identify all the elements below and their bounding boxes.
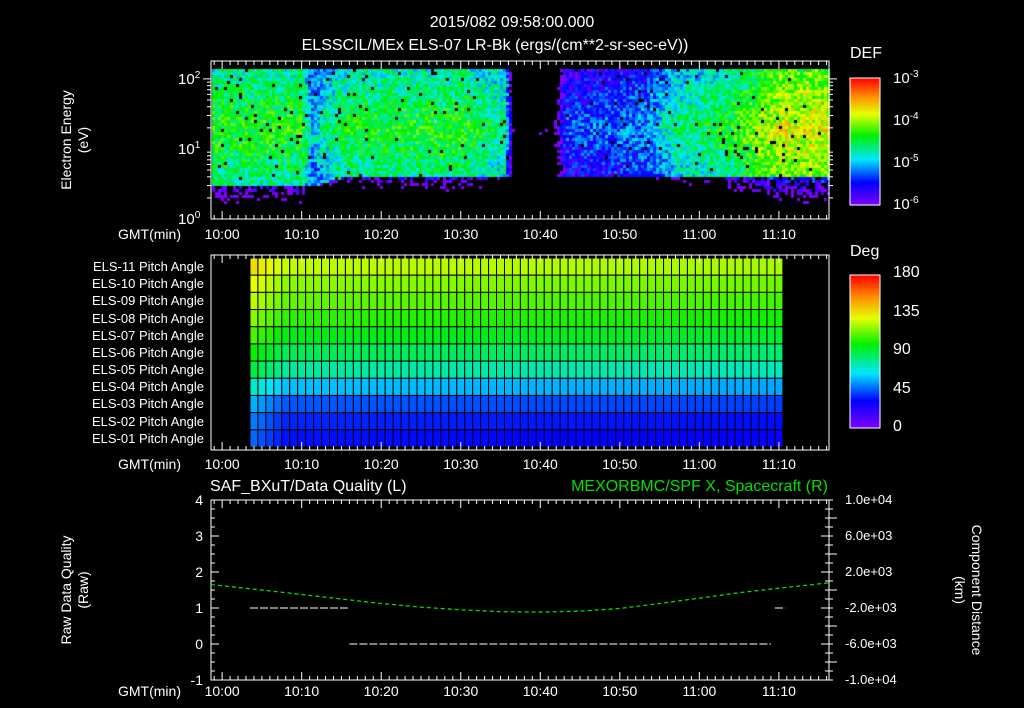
tick-exponent: 2	[194, 69, 201, 81]
panel1-time-tick-label: 10:00	[204, 226, 240, 242]
plot-labels: 100 101 102 Electron Energy (eV) GMT(min) 10:0…	[0, 0, 1024, 708]
pitch-angle-row-label: ELS-10 Pitch Angle	[91, 276, 204, 292]
distance-axis-label: Component Distance (km)	[951, 525, 985, 656]
panel3-time-tick-label: 10:40	[522, 683, 558, 699]
panel2-time-tick-label: 10:00	[204, 456, 240, 472]
panel2-time-tick-label: 10:20	[363, 456, 399, 472]
panel1-time-tick-label: 10:20	[363, 226, 399, 242]
quality-tick-label: 0	[195, 636, 203, 652]
distance-axis-label-line: Component Distance	[969, 524, 985, 656]
panel2-time-tick-label: 11:10	[761, 456, 796, 472]
panel2-time-axis-label: GMT(min)	[118, 456, 181, 472]
def-colorbar-tick: 10-4	[893, 110, 919, 128]
distance-tick-label: 6.0e+03	[845, 528, 893, 543]
energy-tick-label: 102	[178, 69, 200, 87]
energy-tick-label: 100	[178, 209, 200, 227]
tick-base: 10	[178, 70, 195, 88]
def-colorbar-tick: 10-3	[893, 68, 919, 86]
deg-colorbar-title: Deg	[850, 243, 880, 260]
timestamp: 2015/082 09:58:00.000	[429, 14, 595, 31]
panel3-time-tick-label: 11:10	[761, 683, 796, 699]
quality-axis-label: Raw Data Quality (Raw)	[58, 536, 92, 645]
panel2-time-tick-label: 10:40	[522, 456, 558, 472]
pitch-angle-row-label: ELS-01 Pitch Angle	[91, 430, 204, 446]
tick-base: 10	[893, 196, 910, 213]
panel1-time-tick-label: 10:40	[522, 226, 558, 242]
def-colorbar-tick: 10-5	[893, 152, 919, 170]
plot-title: ELSSCIL/MEx ELS-07 LR-Bk (ergs/(cm**2-sr…	[301, 37, 689, 54]
energy-axis-label-line: (eV)	[75, 126, 91, 154]
panel2-time-tick-label: 10:10	[284, 456, 320, 472]
pitch-angle-row-label: ELS-03 Pitch Angle	[91, 396, 204, 412]
panel1-time-tick-label: 11:00	[682, 226, 717, 242]
tick-exponent: -3	[909, 69, 919, 80]
deg-colorbar-tick: 0	[893, 418, 902, 435]
panel1-time-tick-label: 10:30	[443, 226, 479, 242]
panel1-time-tick-label: 11:10	[761, 226, 796, 242]
panel1-time-tick-label: 10:50	[602, 226, 638, 242]
quality-tick-label: 2	[195, 564, 203, 580]
panel3-time-axis-label: GMT(min)	[118, 683, 181, 699]
deg-colorbar-tick: 45	[893, 379, 911, 397]
position-title: MEXORBMC/SPF X, Spacecraft (R)	[571, 478, 828, 495]
panel3-time-tick-label: 10:10	[284, 683, 320, 699]
distance-tick-label: 1.0e+04	[845, 492, 893, 507]
tick-base: 10	[893, 70, 910, 87]
panel3-time-tick-label: 10:20	[363, 683, 399, 699]
panel3-time-tick-label: 10:50	[602, 683, 638, 699]
tick-base: 10	[893, 154, 910, 171]
quality-title: SAF_BXuT/Data Quality (L)	[210, 478, 407, 495]
tick-exponent: -4	[909, 111, 919, 122]
panel2-time-tick-label: 11:00	[682, 456, 717, 472]
panel3-time-tick-label: 10:30	[443, 683, 479, 699]
panel2-time-tick-label: 10:30	[443, 456, 479, 472]
def-colorbar-tick: 10-6	[893, 194, 919, 212]
energy-tick-label: 101	[178, 139, 200, 157]
quality-tick-label: -1	[190, 672, 203, 688]
panel1-time-axis-label: GMT(min)	[118, 226, 181, 242]
pitch-angle-row-label: ELS-08 Pitch Angle	[91, 310, 204, 326]
quality-tick-label: 4	[195, 492, 203, 508]
panel2-time-tick-label: 10:50	[602, 456, 638, 472]
tick-exponent: 1	[194, 139, 201, 151]
panel3-time-tick-label: 10:00	[204, 683, 240, 699]
distance-tick-label: -1.0e+04	[845, 672, 897, 687]
energy-axis-label-line: Electron Energy	[58, 90, 74, 190]
distance-tick-label: -2.0e+03	[845, 600, 897, 615]
pitch-angle-row-label: ELS-05 Pitch Angle	[91, 362, 204, 378]
energy-axis-label: Electron Energy (eV)	[58, 90, 92, 190]
tick-base: 10	[178, 140, 195, 158]
pitch-angle-row-label: ELS-07 Pitch Angle	[91, 327, 204, 343]
panel1-time-tick-label: 10:10	[284, 226, 320, 242]
pitch-angle-row-label: ELS-02 Pitch Angle	[91, 413, 204, 429]
tick-exponent: -6	[909, 195, 919, 206]
pitch-angle-row-label: ELS-11 Pitch Angle	[92, 259, 204, 274]
tick-base: 10	[893, 112, 910, 129]
deg-colorbar-tick: 135	[893, 302, 920, 320]
quality-tick-label: 3	[195, 528, 203, 544]
quality-tick-label: 1	[195, 600, 203, 616]
distance-tick-label: -6.0e+03	[845, 636, 897, 651]
deg-colorbar-tick: 180	[893, 264, 920, 281]
pitch-angle-row-label: ELS-06 Pitch Angle	[91, 344, 204, 360]
tick-exponent: -5	[909, 153, 919, 164]
distance-axis-label-line: (km)	[952, 576, 968, 604]
quality-axis-label-line: (Raw)	[75, 571, 91, 609]
panel3-time-tick-label: 11:00	[682, 683, 717, 699]
tick-exponent: 0	[194, 210, 201, 221]
distance-tick-label: 2.0e+03	[845, 564, 893, 579]
pitch-angle-row-label: ELS-04 Pitch Angle	[91, 379, 204, 395]
quality-axis-label-line: Raw Data Quality	[58, 535, 74, 645]
plot-header: 2015/082 09:58:00.000 ELSSCIL/MEx ELS-07…	[0, 0, 1024, 60]
deg-colorbar-tick: 90	[893, 341, 911, 358]
pitch-angle-row-label: ELS-09 Pitch Angle	[91, 293, 204, 309]
